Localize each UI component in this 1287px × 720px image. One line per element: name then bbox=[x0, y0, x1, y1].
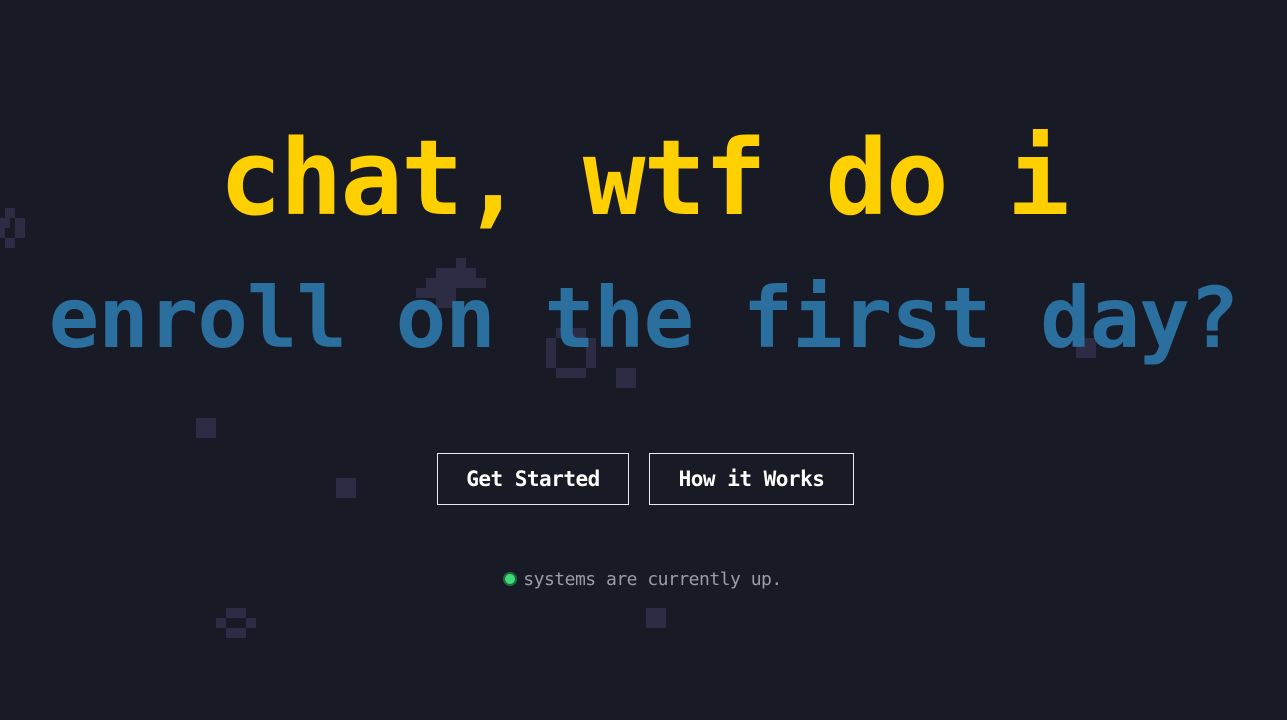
headline-secondary: enroll on the first day? bbox=[48, 269, 1240, 367]
how-it-works-button[interactable]: How it Works bbox=[649, 453, 854, 505]
status-dot-icon bbox=[505, 574, 516, 584]
get-started-button[interactable]: Get Started bbox=[437, 453, 629, 505]
status-text: systems are currently up. bbox=[523, 569, 782, 590]
hero-section: chat, wtf do i enroll on the first day? … bbox=[0, 0, 1287, 720]
headline-primary: chat, wtf do i bbox=[219, 117, 1070, 239]
system-status: systems are currently up. bbox=[0, 566, 1287, 594]
